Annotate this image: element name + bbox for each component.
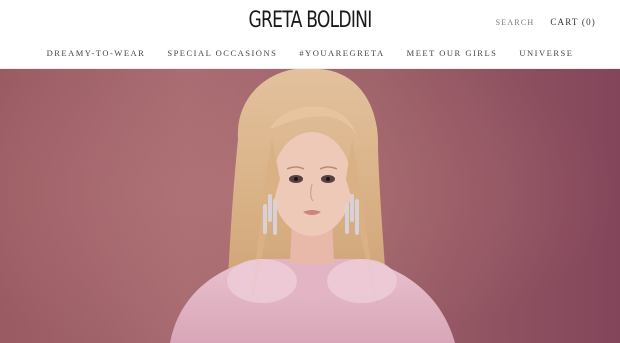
brand-logo[interactable]: GRETA BOLDINI: [68, 8, 552, 33]
nav-item-special-occasions[interactable]: SPECIAL OCCASIONS: [167, 48, 277, 58]
hero-model-photo: [0, 69, 620, 343]
header-actions: SEARCH CART (0): [496, 17, 596, 27]
cart-link[interactable]: CART (0): [550, 17, 596, 27]
site-header: GRETA BOLDINI SEARCH CART (0) DREAMY-TO-…: [0, 0, 620, 69]
page: GRETA BOLDINI SEARCH CART (0) DREAMY-TO-…: [0, 0, 620, 343]
nav-item-youaregreta[interactable]: #YOUAREGRETA: [299, 48, 384, 58]
main-nav: DREAMY-TO-WEAR SPECIAL OCCASIONS #YOUARE…: [0, 48, 620, 58]
hero-banner[interactable]: [0, 69, 620, 343]
nav-item-meet-our-girls[interactable]: MEET OUR GIRLS: [407, 48, 498, 58]
nav-item-dreamy-to-wear[interactable]: DREAMY-TO-WEAR: [47, 48, 146, 58]
nav-item-universe[interactable]: UNIVERSE: [519, 48, 573, 58]
search-link[interactable]: SEARCH: [496, 18, 535, 27]
